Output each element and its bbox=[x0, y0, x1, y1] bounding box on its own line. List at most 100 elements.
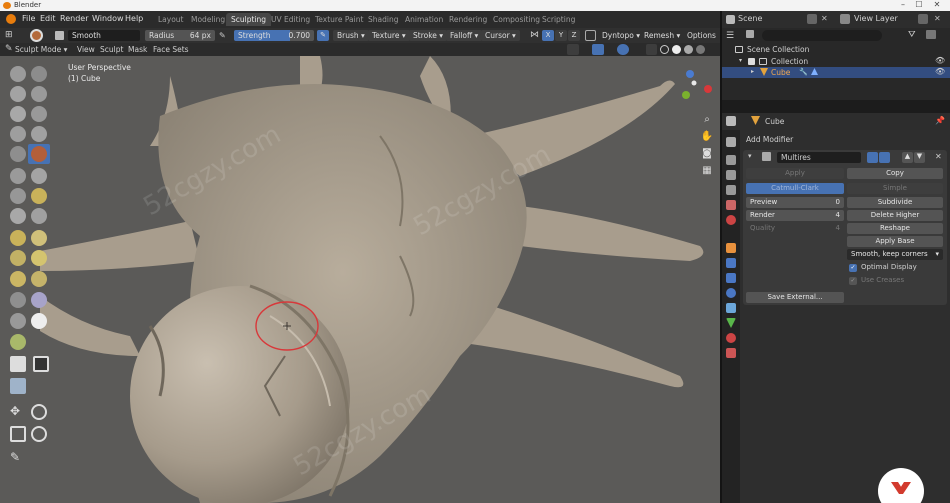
annotate-tool-icon[interactable]: ✎ bbox=[10, 450, 20, 464]
symmetry-x-toggle[interactable]: X bbox=[542, 30, 554, 41]
tab-rendering[interactable]: Rendering bbox=[444, 13, 492, 26]
optimal-display-checkbox[interactable]: ✓ bbox=[849, 264, 857, 272]
transform-tool-icon[interactable] bbox=[31, 426, 47, 442]
brush-dropdown[interactable]: Brush ▾ bbox=[333, 30, 369, 41]
nudge-brush-icon[interactable] bbox=[10, 271, 26, 287]
modifier-name-field[interactable]: Multires bbox=[777, 152, 861, 163]
collapse-arrow-icon[interactable]: ▾ bbox=[748, 152, 752, 160]
physics-tab-icon[interactable] bbox=[726, 288, 736, 298]
add-modifier-button[interactable]: Add Modifier bbox=[746, 135, 793, 144]
simple-button[interactable]: Simple bbox=[847, 183, 943, 194]
snake-hook-icon[interactable] bbox=[31, 230, 47, 246]
clay-thumb-brush-icon[interactable] bbox=[10, 106, 26, 122]
crease-brush-icon[interactable] bbox=[10, 146, 26, 162]
box-hide-icon[interactable] bbox=[33, 356, 49, 372]
tab-shading[interactable]: Shading bbox=[363, 13, 403, 26]
show-in-render-icon[interactable] bbox=[879, 152, 890, 163]
blender-menu-icon[interactable] bbox=[6, 14, 16, 24]
reshape-button[interactable]: Reshape bbox=[847, 223, 943, 234]
inflate-brush-icon[interactable] bbox=[10, 126, 26, 142]
menu-mask[interactable]: Mask bbox=[128, 45, 147, 54]
options-dropdown[interactable]: Options ▾ bbox=[683, 30, 720, 49]
cloth-brush-icon[interactable] bbox=[31, 292, 47, 308]
tab-sculpting[interactable]: Sculpting bbox=[226, 13, 272, 26]
scene-tab-icon[interactable] bbox=[726, 200, 736, 210]
menu-render[interactable]: Render bbox=[60, 14, 88, 23]
move-tool-icon[interactable]: ✥ bbox=[10, 404, 20, 418]
apply-button[interactable]: Apply bbox=[746, 168, 844, 179]
slide-relax-icon[interactable] bbox=[10, 292, 26, 308]
filter-funnel-icon[interactable]: ⛛ bbox=[908, 30, 916, 40]
symmetry-z-toggle[interactable]: Z bbox=[568, 30, 580, 41]
editor-type-icon[interactable]: ⊞ bbox=[5, 30, 19, 41]
brush-preview-icon[interactable] bbox=[30, 29, 43, 42]
view-layer-tab-icon[interactable] bbox=[726, 185, 736, 195]
properties-editor-icon[interactable] bbox=[726, 116, 736, 126]
render-tab-icon[interactable] bbox=[726, 155, 736, 165]
new-collection-icon[interactable] bbox=[926, 30, 936, 39]
outliner-row-collection[interactable]: ▾ Collection 👁 bbox=[722, 56, 950, 67]
tool-tab-icon[interactable] bbox=[726, 137, 736, 147]
rotate-brush-icon[interactable] bbox=[31, 271, 47, 287]
xray-toggle-icon[interactable] bbox=[646, 44, 657, 55]
gizmo-z-axis[interactable] bbox=[686, 70, 694, 78]
solid-shading-icon[interactable] bbox=[672, 45, 681, 54]
texture-dropdown[interactable]: Texture ▾ bbox=[368, 30, 410, 41]
gizmo-center[interactable] bbox=[691, 80, 697, 86]
remove-scene-icon[interactable]: ✕ bbox=[821, 14, 828, 23]
3d-viewport[interactable]: 52cgzy.com 52cgzy.com 52cgzy.com User Pe… bbox=[0, 56, 720, 503]
outliner-row-cube[interactable]: ▸ Cube 🔧 👁 bbox=[722, 67, 950, 78]
clay-brush-icon[interactable] bbox=[10, 86, 26, 102]
outliner-search-input[interactable] bbox=[762, 30, 882, 41]
render-levels-field[interactable]: Render 4 bbox=[746, 210, 844, 221]
perspective-toggle-icon[interactable]: ▦ bbox=[700, 164, 714, 178]
filter-display-icon[interactable] bbox=[746, 30, 754, 38]
use-creases-checkbox[interactable]: ✓ bbox=[849, 277, 857, 285]
fill-brush-icon[interactable] bbox=[31, 168, 47, 184]
wireframe-shading-icon[interactable] bbox=[660, 45, 669, 54]
scene-name[interactable]: Scene bbox=[738, 14, 762, 23]
remesh-dropdown[interactable]: Remesh ▾ bbox=[640, 30, 684, 41]
multiplane-scrape-icon[interactable] bbox=[31, 188, 47, 204]
pan-view-icon[interactable]: ✋ bbox=[700, 130, 714, 144]
tab-animation[interactable]: Animation bbox=[400, 13, 448, 26]
stroke-dropdown[interactable]: Stroke ▾ bbox=[409, 30, 448, 41]
menu-face-sets[interactable]: Face Sets bbox=[153, 45, 189, 54]
output-tab-icon[interactable] bbox=[726, 170, 736, 180]
grab-brush-icon[interactable] bbox=[31, 208, 47, 224]
thumb-brush-icon[interactable] bbox=[10, 250, 26, 266]
mesh-data-icon[interactable] bbox=[811, 68, 818, 75]
camera-view-icon[interactable]: ◙ bbox=[700, 147, 714, 161]
remove-view-layer-icon[interactable]: ✕ bbox=[934, 14, 941, 23]
data-tab-icon[interactable] bbox=[726, 318, 736, 328]
checkbox-icon[interactable] bbox=[748, 58, 755, 65]
copy-button[interactable]: Copy bbox=[847, 168, 943, 179]
blob-brush-icon[interactable] bbox=[31, 126, 47, 142]
zoom-view-icon[interactable]: ⌕ bbox=[700, 113, 714, 127]
show-gizmo-icon[interactable] bbox=[592, 44, 604, 55]
strength-slider[interactable]: Strength 0.700 bbox=[234, 30, 314, 41]
object-visibility-icon[interactable] bbox=[567, 44, 579, 55]
radius-pressure-icon[interactable]: ✎ bbox=[219, 31, 226, 40]
object-tab-icon[interactable] bbox=[726, 243, 736, 253]
simplify-brush-icon[interactable] bbox=[10, 313, 26, 329]
menu-help[interactable]: Help bbox=[125, 14, 143, 23]
pose-brush-icon[interactable] bbox=[31, 250, 47, 266]
move-up-icon[interactable]: ▲ bbox=[902, 152, 913, 163]
delete-higher-button[interactable]: Delete Higher bbox=[847, 210, 943, 221]
draw-brush-icon[interactable] bbox=[10, 66, 26, 82]
rotate-tool-icon[interactable] bbox=[31, 404, 47, 420]
constraints-tab-icon[interactable] bbox=[726, 303, 736, 313]
brush-name-field[interactable]: Smooth bbox=[68, 30, 140, 41]
show-in-editmode-icon[interactable] bbox=[867, 152, 878, 163]
menu-file[interactable]: File bbox=[22, 14, 35, 23]
menu-edit[interactable]: Edit bbox=[40, 14, 56, 23]
show-overlays-icon[interactable] bbox=[617, 44, 629, 55]
scrape-brush-icon[interactable] bbox=[10, 188, 26, 204]
menu-view[interactable]: View bbox=[77, 45, 95, 54]
tab-uv-editing[interactable]: UV Editing bbox=[266, 13, 315, 26]
catmull-clark-button[interactable]: Catmull-Clark bbox=[746, 183, 844, 194]
tab-texture-paint[interactable]: Texture Paint bbox=[310, 13, 368, 26]
preview-levels-field[interactable]: Preview 0 bbox=[746, 197, 844, 208]
panel-splitter[interactable] bbox=[722, 100, 950, 113]
